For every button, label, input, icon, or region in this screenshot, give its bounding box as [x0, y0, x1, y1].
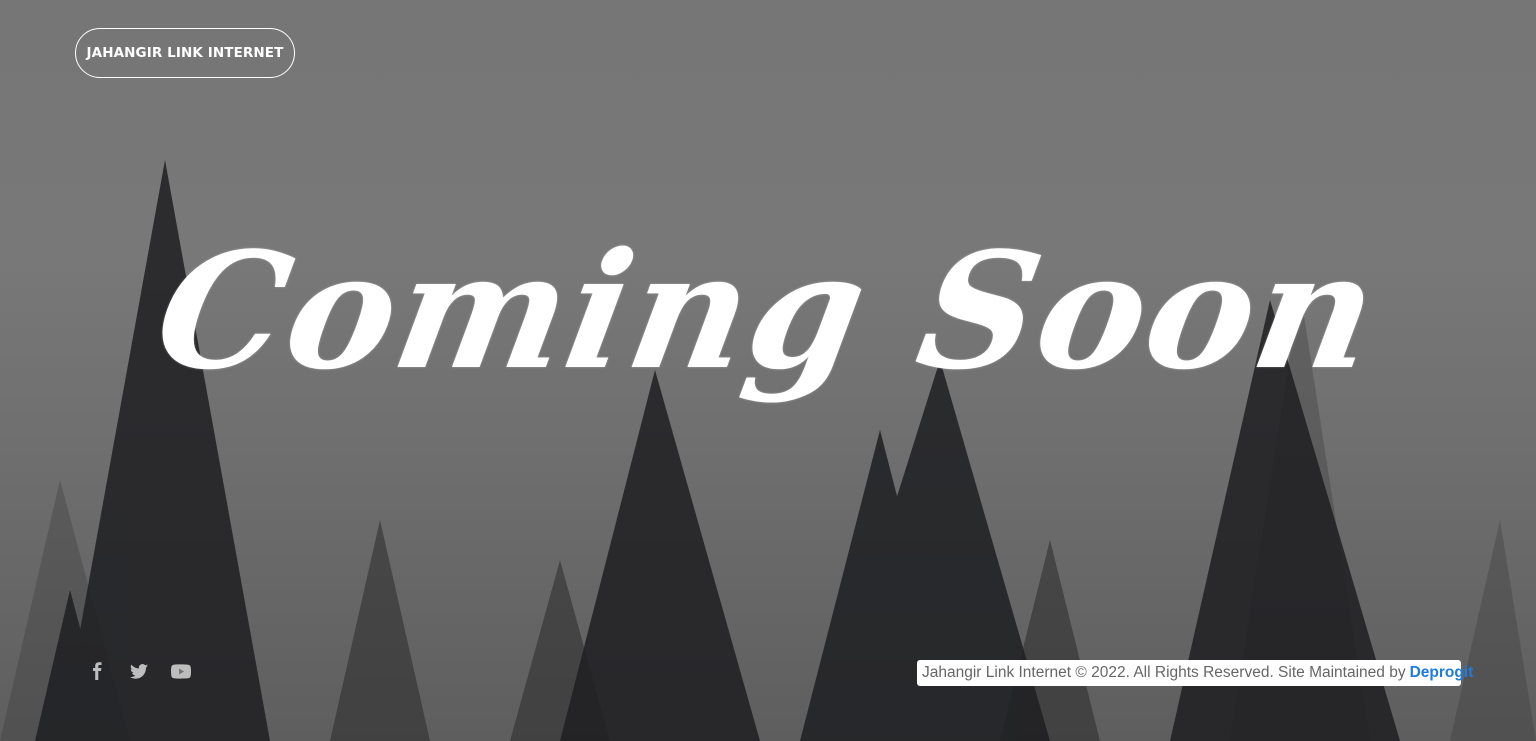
facebook-icon[interactable]: [84, 658, 110, 684]
copyright-text: Jahangir Link Internet © 2022. All Right…: [922, 664, 1406, 681]
youtube-icon[interactable]: [168, 658, 194, 684]
brand-button[interactable]: JAHANGIR LINK INTERNET: [75, 28, 295, 78]
coming-soon-heading: Coming Soon: [143, 217, 1393, 405]
deprogit-link[interactable]: Deprogit: [1410, 664, 1474, 682]
footer-copyright: Jahangir Link Internet © 2022. All Right…: [917, 660, 1473, 686]
twitter-icon[interactable]: [126, 658, 152, 684]
social-links: [84, 658, 194, 684]
